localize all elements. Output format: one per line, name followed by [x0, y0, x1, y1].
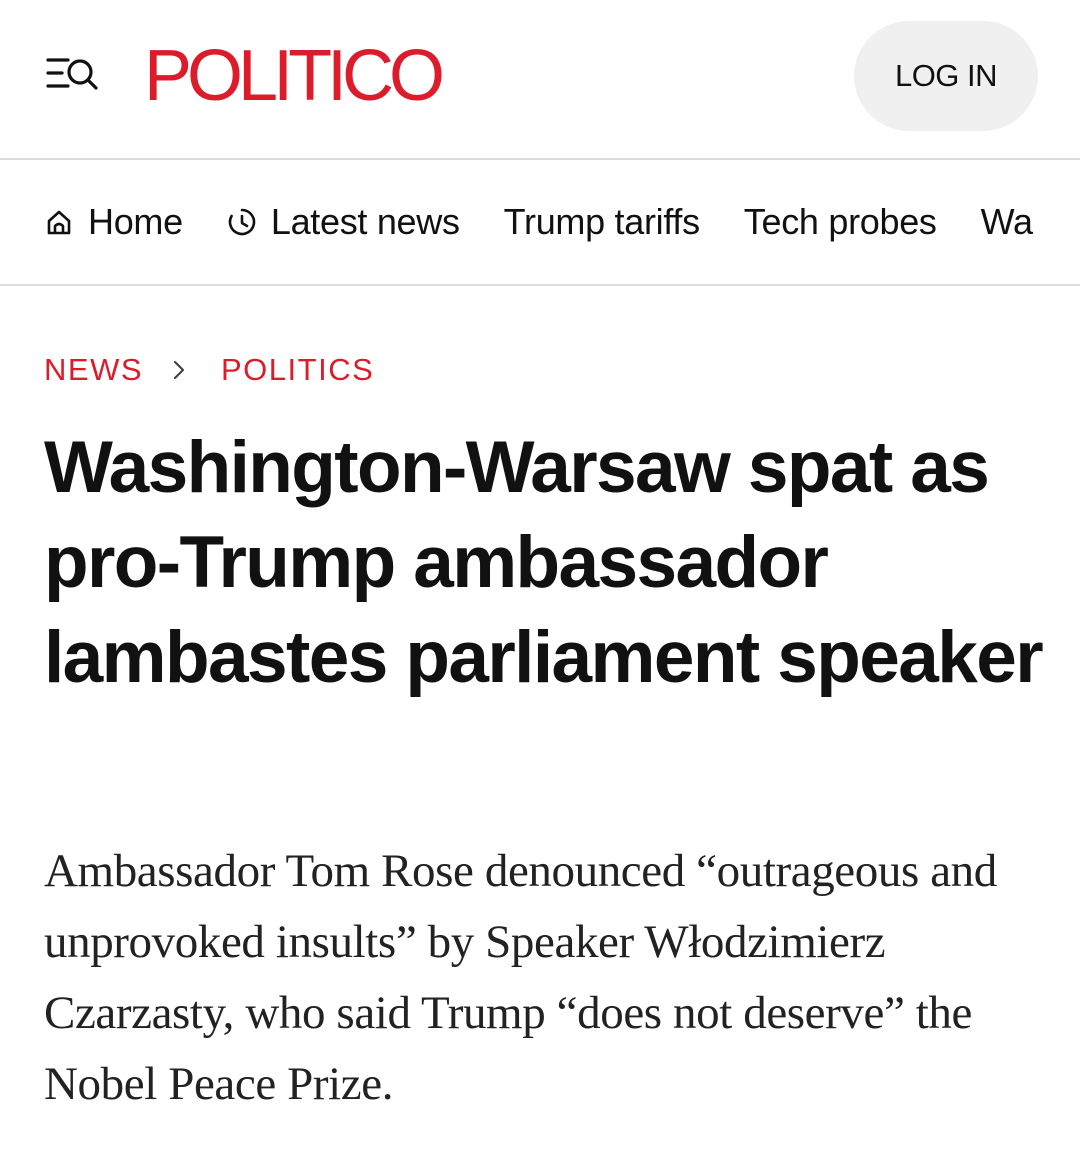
- nav-item-label: Home: [88, 201, 183, 242]
- article-headline: Washington-Warsaw spat as pro-Trump amba…: [44, 427, 1044, 698]
- nav-item-truncated[interactable]: Wa: [981, 201, 1033, 243]
- nav-item-label: Latest news: [270, 201, 460, 242]
- nav-item-home[interactable]: Home: [44, 201, 183, 243]
- politico-logo[interactable]: POLITICO: [144, 38, 445, 114]
- breadcrumb-news-link[interactable]: NEWS: [44, 352, 143, 388]
- nav-item-tech-probes[interactable]: Tech probes: [744, 201, 937, 243]
- top-header: POLITICO LOG IN: [0, 0, 1080, 160]
- breadcrumb: NEWS POLITICS: [44, 352, 374, 388]
- chevron-right-icon: [173, 360, 185, 380]
- section-nav: Home Latest news Trump tariffs Tech prob…: [0, 160, 1080, 286]
- article-dek: Ambassador Tom Rose denounced “outrageou…: [44, 845, 997, 1110]
- nav-item-label: Trump tariffs: [503, 201, 700, 242]
- login-button[interactable]: LOG IN: [854, 21, 1038, 131]
- home-icon: [47, 210, 71, 235]
- section-nav-track: Home Latest news Trump tariffs Tech prob…: [44, 160, 1077, 284]
- menu-search-icon: [46, 58, 98, 90]
- nav-item-latest-news[interactable]: Latest news: [227, 201, 460, 243]
- nav-item-label: Tech probes: [743, 201, 937, 242]
- nav-item-label: Wa: [980, 201, 1033, 242]
- menu-search-button[interactable]: [44, 52, 104, 98]
- breadcrumb-politics-link[interactable]: POLITICS: [221, 352, 374, 388]
- clock-icon: [228, 208, 256, 236]
- nav-item-trump-tariffs[interactable]: Trump tariffs: [504, 201, 700, 243]
